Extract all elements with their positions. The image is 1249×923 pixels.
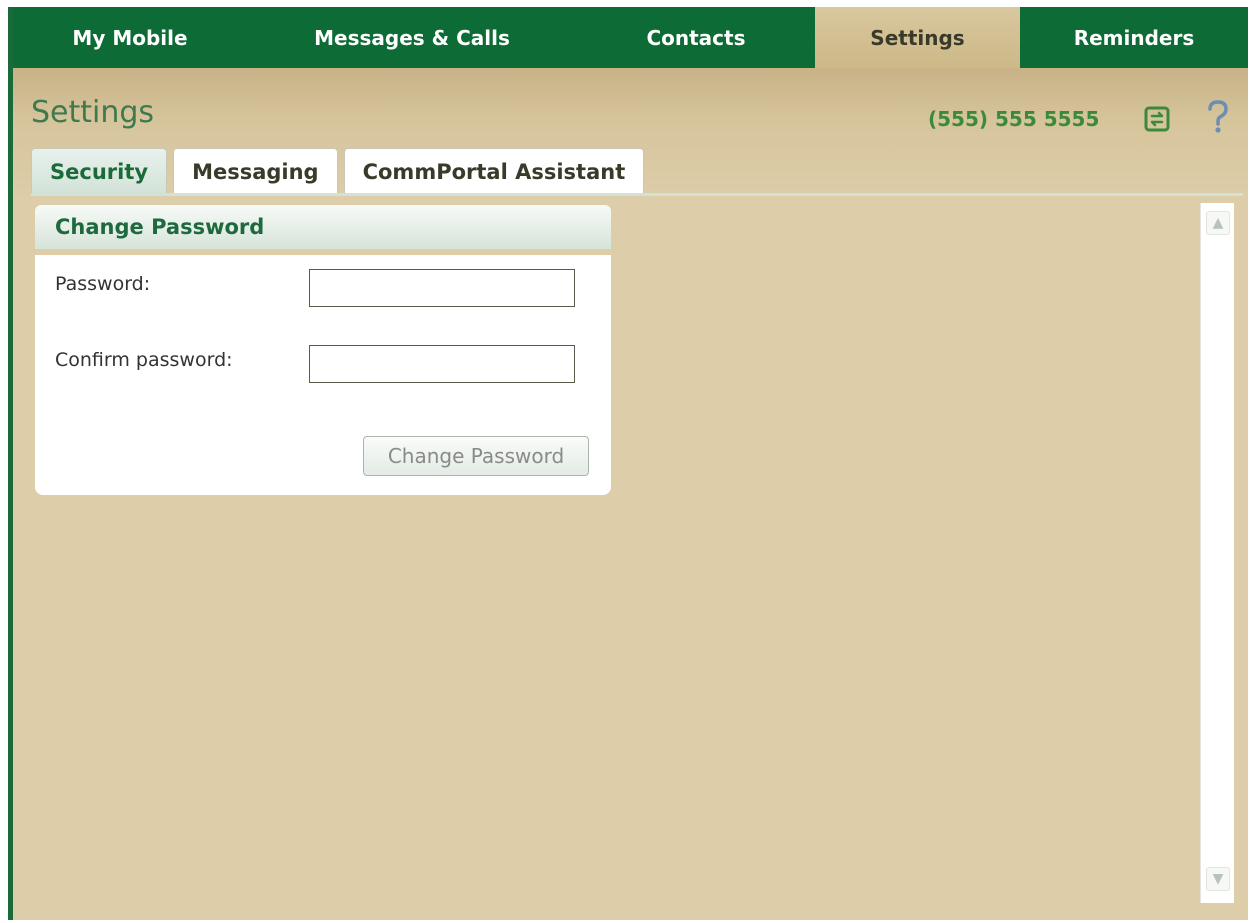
app-frame: My Mobile Messages & Calls Contacts Sett… <box>8 7 1248 920</box>
page-title: Settings <box>31 95 155 130</box>
tab-security[interactable]: Security <box>31 148 168 194</box>
topnav-item-reminders[interactable]: Reminders <box>1020 7 1248 68</box>
topnav-item-my-mobile[interactable]: My Mobile <box>13 7 247 68</box>
password-field[interactable] <box>309 269 575 307</box>
topnav-item-messages-calls[interactable]: Messages & Calls <box>247 7 577 68</box>
confirm-password-label: Confirm password: <box>55 349 233 371</box>
tab-messaging[interactable]: Messaging <box>173 148 338 194</box>
chevron-down-icon[interactable]: ▼ <box>1206 867 1230 891</box>
tab-commportal-assistant[interactable]: CommPortal Assistant <box>343 148 645 194</box>
help-icon[interactable] <box>1205 99 1231 135</box>
password-label: Password: <box>55 273 151 295</box>
change-password-panel-header: Change Password <box>35 205 611 249</box>
change-password-button[interactable]: Change Password <box>363 436 589 476</box>
phone-number: (555) 555 5555 <box>928 107 1100 131</box>
topnav-item-contacts[interactable]: Contacts <box>577 7 815 68</box>
topnav-item-settings[interactable]: Settings <box>815 7 1020 68</box>
refresh-icon[interactable] <box>1143 103 1173 135</box>
change-password-panel: Password: Confirm password: Change Passw… <box>35 255 611 495</box>
confirm-password-field[interactable] <box>309 345 575 383</box>
chevron-up-icon[interactable]: ▲ <box>1206 211 1230 235</box>
panel-title: Change Password <box>55 215 265 239</box>
tab-divider <box>31 193 1243 196</box>
settings-tabs: Security Messaging CommPortal Assistant <box>31 148 650 194</box>
top-navigation: My Mobile Messages & Calls Contacts Sett… <box>13 7 1248 68</box>
vertical-scrollbar[interactable]: ▲ ▼ <box>1200 203 1234 903</box>
